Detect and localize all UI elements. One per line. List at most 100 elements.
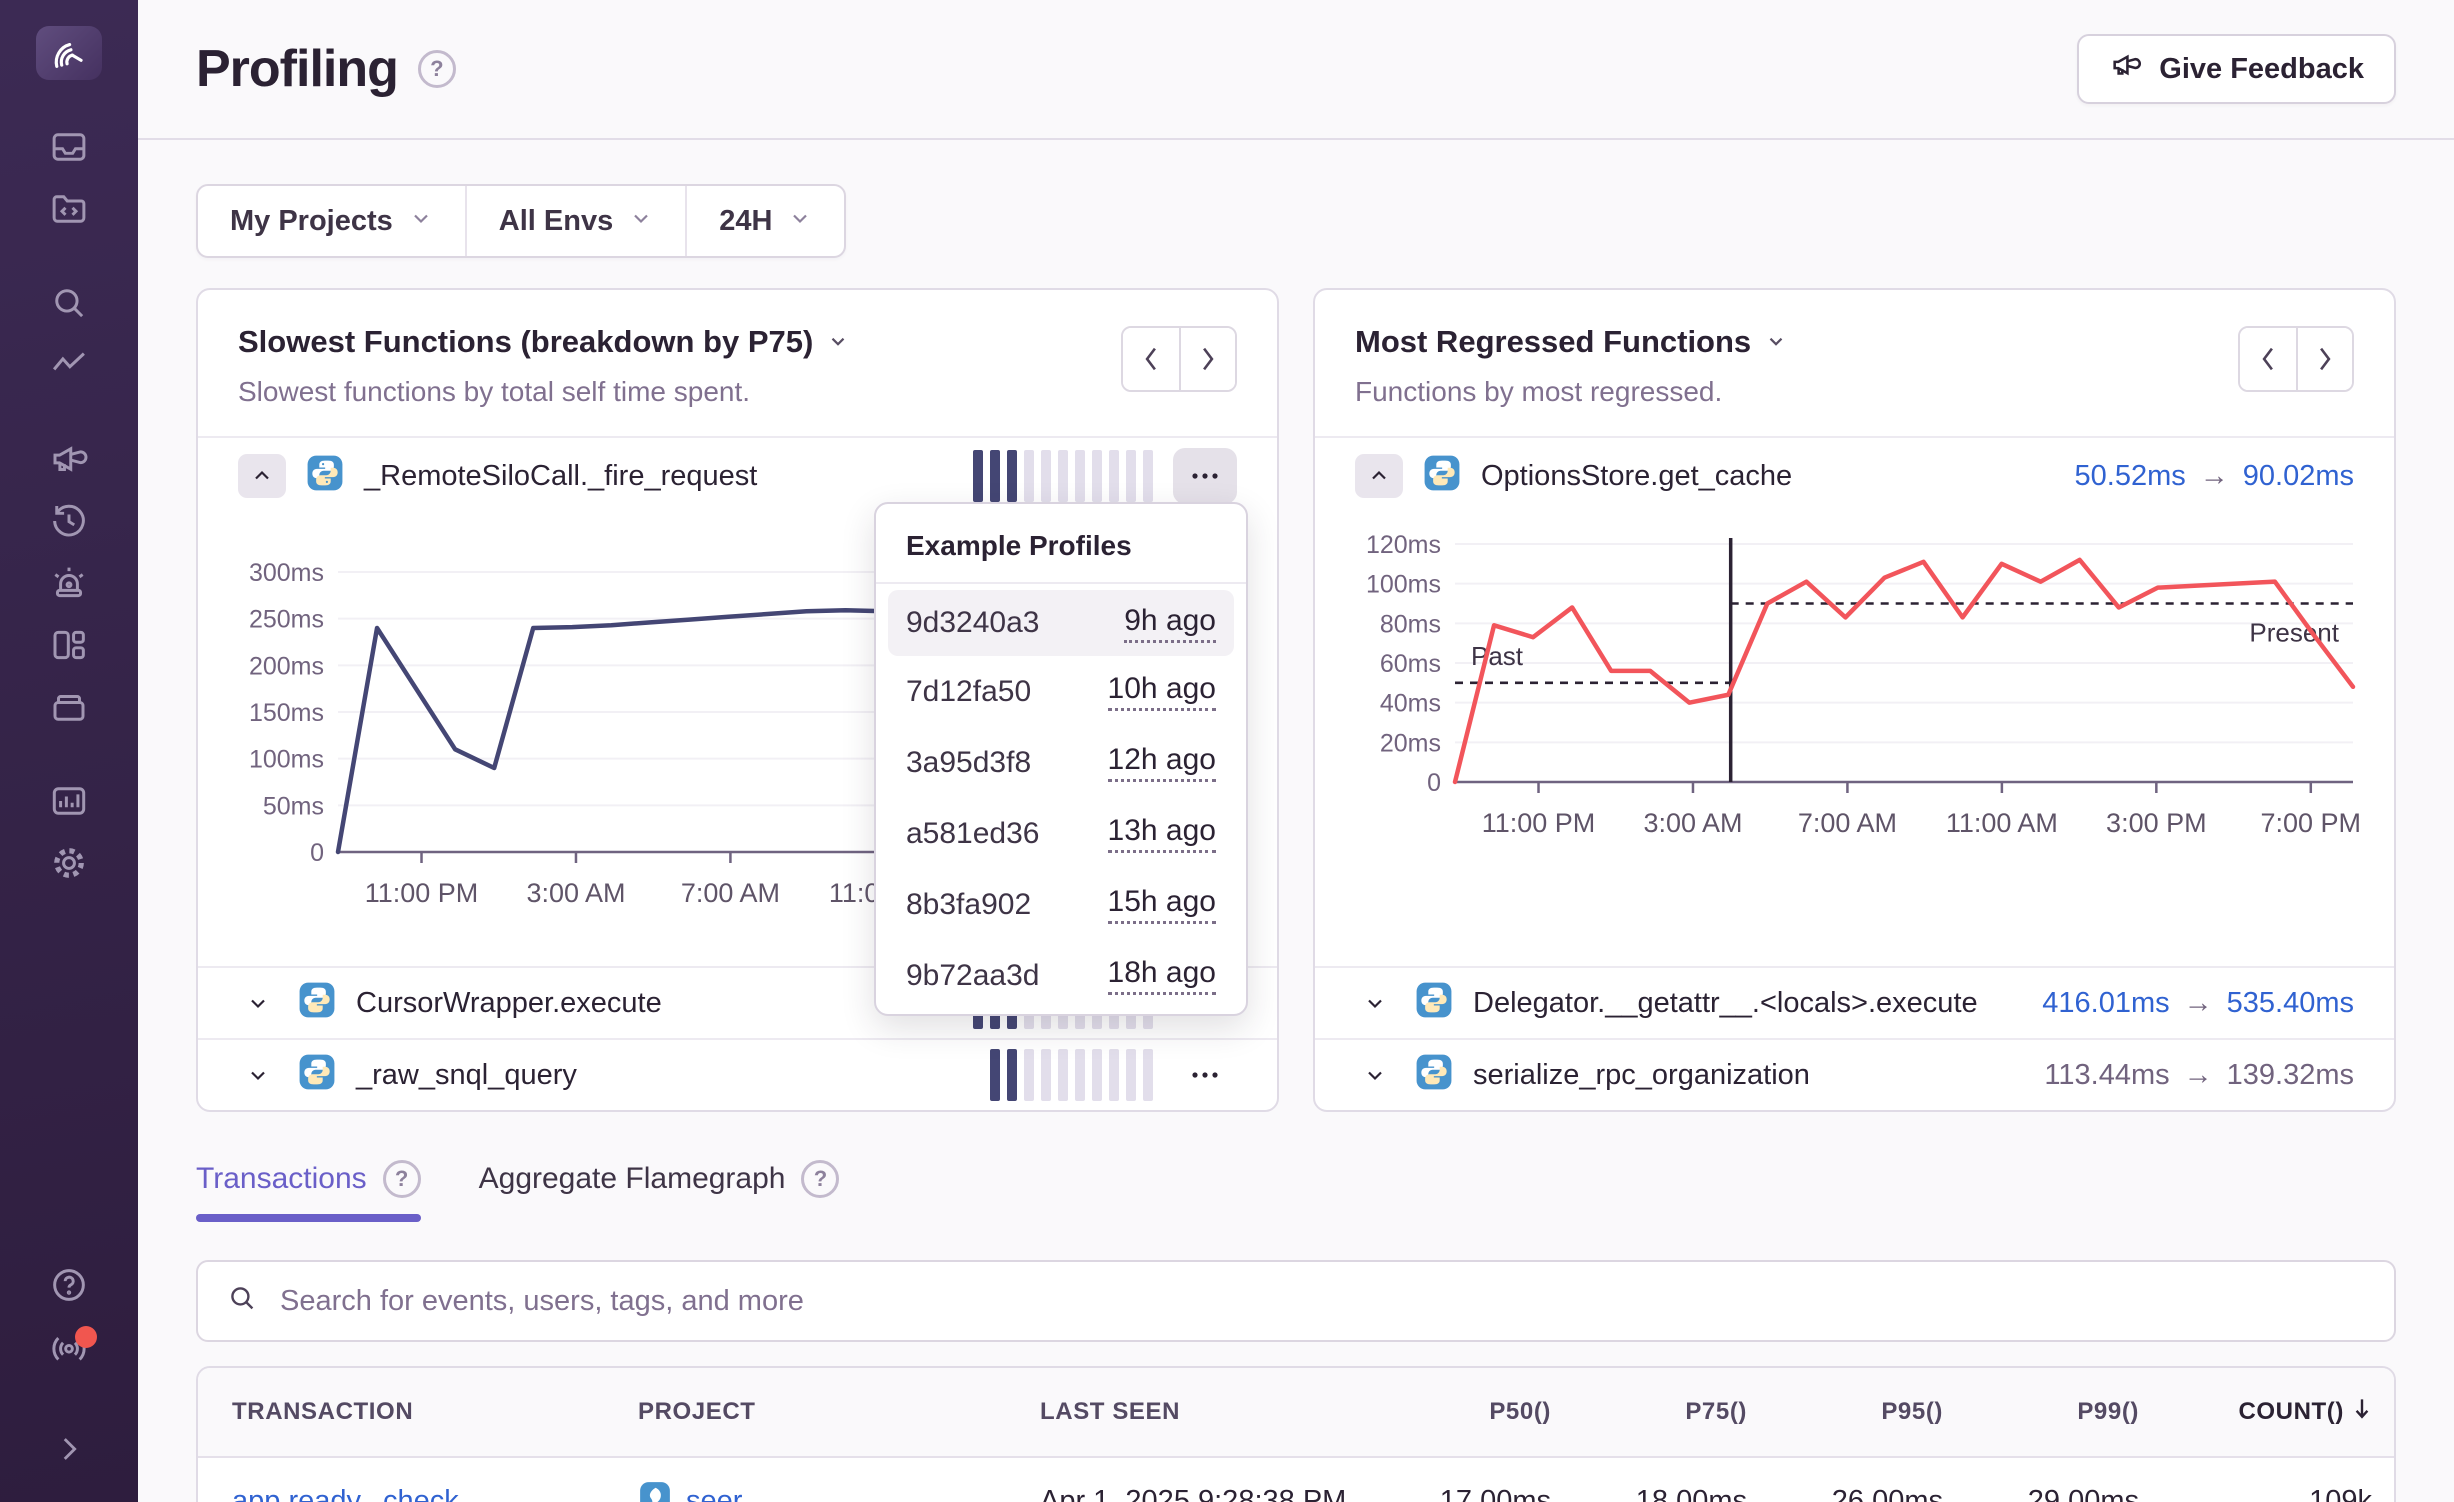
date-range-filter[interactable]: 24H (685, 186, 844, 256)
profile-menu-item[interactable]: 8b3fa902 15h ago (876, 869, 1246, 940)
row-options-button[interactable] (1173, 448, 1237, 504)
col-p99[interactable]: P99() (1965, 1398, 2161, 1426)
profile-age[interactable]: 9h ago (1124, 604, 1216, 643)
collapse-row-button[interactable] (1355, 454, 1403, 498)
sidebar-item-stats[interactable] (39, 778, 99, 826)
regression-values[interactable]: 416.01ms → 535.40ms (2042, 987, 2354, 1020)
gear-icon (48, 842, 90, 887)
chevron-down-icon[interactable] (827, 324, 849, 360)
sidebar-item-replays[interactable] (39, 498, 99, 546)
profile-menu-item[interactable]: 9b72aa3d 18h ago (876, 940, 1246, 1011)
next-page-button[interactable] (2296, 328, 2352, 390)
search-input[interactable] (280, 1285, 2366, 1318)
page-help-icon[interactable]: ? (418, 50, 456, 88)
megaphone-icon (48, 438, 90, 483)
profile-menu-item[interactable]: a581ed36 13h ago (876, 798, 1246, 869)
function-row[interactable]: serialize_rpc_organization 113.44ms → 13… (1315, 1038, 2394, 1110)
p75-value: 18.00ms (1573, 1485, 1769, 1502)
chevron-down-icon[interactable] (1765, 324, 1787, 360)
col-transaction[interactable]: TRANSACTION (198, 1398, 604, 1426)
col-project[interactable]: PROJECT (604, 1398, 1006, 1426)
profile-menu-item[interactable]: 9d3240a3 9h ago (888, 590, 1234, 656)
prev-page-button[interactable] (2240, 328, 2296, 390)
transaction-link[interactable]: app.ready._check (232, 1485, 459, 1502)
col-p95[interactable]: P95() (1769, 1398, 1965, 1426)
regression-line-chart: 020ms40ms60ms80ms100ms120ms11:00 PM3:00 … (1355, 522, 2359, 852)
after-value: 90.02ms (2243, 460, 2354, 493)
regression-values[interactable]: 113.44ms → 139.32ms (2044, 1059, 2354, 1092)
sidebar-item-dashboards[interactable] (39, 622, 99, 670)
function-sparkline (973, 450, 1153, 502)
function-sparkline (990, 1049, 1153, 1101)
profile-age[interactable]: 10h ago (1108, 672, 1216, 711)
tab-help-icon[interactable]: ? (801, 1160, 839, 1198)
p50-value: 17.00ms (1377, 1485, 1573, 1502)
environments-filter[interactable]: All Envs (465, 186, 685, 256)
profile-id: 7d12fa50 (906, 675, 1031, 709)
sidebar-item-search[interactable] (39, 280, 99, 328)
col-p50[interactable]: P50() (1377, 1398, 1573, 1426)
sidebar-item-whats-new[interactable] (39, 1324, 99, 1372)
environments-filter-label: All Envs (499, 205, 613, 238)
sidebar-item-explore[interactable] (39, 186, 99, 234)
sidebar-item-traces[interactable] (39, 342, 99, 390)
function-name: CursorWrapper.execute (356, 987, 662, 1020)
chevron-down-icon (788, 205, 812, 238)
function-name: serialize_rpc_organization (1473, 1059, 1810, 1092)
svg-text:120ms: 120ms (1366, 531, 1441, 559)
after-value: 139.32ms (2227, 1059, 2354, 1092)
bar-chart-icon (48, 780, 90, 825)
profile-menu-item[interactable]: 7d12fa50 10h ago (876, 656, 1246, 727)
svg-text:100ms: 100ms (1366, 571, 1441, 599)
sentry-logo[interactable] (36, 26, 102, 80)
sidebar-item-feedback[interactable] (39, 436, 99, 484)
chevron-down-icon[interactable] (1355, 1063, 1395, 1087)
collapse-row-button[interactable] (238, 454, 286, 498)
col-count-sorted[interactable]: COUNT() (2161, 1397, 2390, 1428)
svg-text:3:00 AM: 3:00 AM (1643, 808, 1742, 838)
function-row[interactable]: _raw_snql_query (198, 1038, 1277, 1110)
project-link[interactable]: seer (686, 1485, 742, 1502)
profile-menu-item[interactable]: 3a95d3f8 12h ago (876, 727, 1246, 798)
chevron-down-icon[interactable] (1355, 991, 1395, 1015)
projects-filter-label: My Projects (230, 205, 393, 238)
sidebar-item-issues[interactable] (39, 124, 99, 172)
regression-values[interactable]: 50.52ms → 90.02ms (2075, 460, 2354, 493)
col-p75[interactable]: P75() (1573, 1398, 1769, 1426)
profile-age[interactable]: 15h ago (1108, 885, 1216, 924)
sidebar-item-alerts[interactable] (39, 560, 99, 608)
svg-text:300ms: 300ms (249, 559, 324, 587)
next-page-button[interactable] (1179, 328, 1235, 390)
chevron-down-icon[interactable] (238, 1063, 278, 1087)
svg-text:20ms: 20ms (1380, 729, 1441, 757)
tab-flamegraph-label: Aggregate Flamegraph (479, 1162, 786, 1196)
sidebar-item-help[interactable] (39, 1262, 99, 1310)
p99-value: 29.00ms (1965, 1485, 2161, 1502)
sidebar-item-settings[interactable] (39, 840, 99, 888)
profile-id: 9b72aa3d (906, 959, 1039, 993)
sidebar-item-releases[interactable] (39, 684, 99, 732)
projects-filter[interactable]: My Projects (198, 186, 465, 256)
sidebar-collapse-toggle[interactable] (39, 1426, 99, 1474)
function-row-expanded[interactable]: OptionsStore.get_cache 50.52ms → 90.02ms (1315, 436, 2394, 514)
tab-transactions[interactable]: Transactions ? (196, 1160, 421, 1222)
page-header: Profiling ? Give Feedback (138, 0, 2454, 140)
table-row[interactable]: app.ready._check seer Apr 1, 2025 9:28:3… (198, 1458, 2394, 1502)
tab-aggregate-flamegraph[interactable]: Aggregate Flamegraph ? (479, 1160, 840, 1222)
profile-age[interactable]: 18h ago (1108, 956, 1216, 995)
profile-age[interactable]: 12h ago (1108, 743, 1216, 782)
svg-text:7:00 AM: 7:00 AM (1798, 808, 1897, 838)
prev-page-button[interactable] (1123, 328, 1179, 390)
transactions-table: TRANSACTION PROJECT LAST SEEN P50() P75(… (196, 1366, 2396, 1502)
col-last-seen[interactable]: LAST SEEN (1006, 1398, 1377, 1426)
svg-text:80ms: 80ms (1380, 610, 1441, 638)
chevron-down-icon[interactable] (238, 991, 278, 1015)
svg-text:11:00 PM: 11:00 PM (1482, 808, 1596, 838)
function-row[interactable]: Delegator.__getattr__.<locals>.execute 4… (1315, 966, 2394, 1038)
give-feedback-button[interactable]: Give Feedback (2077, 34, 2396, 104)
transactions-search (196, 1260, 2396, 1342)
row-options-button[interactable] (1173, 1047, 1237, 1103)
tab-help-icon[interactable]: ? (383, 1160, 421, 1198)
arrow-right-icon: → (2184, 987, 2213, 1020)
profile-age[interactable]: 13h ago (1108, 814, 1216, 853)
